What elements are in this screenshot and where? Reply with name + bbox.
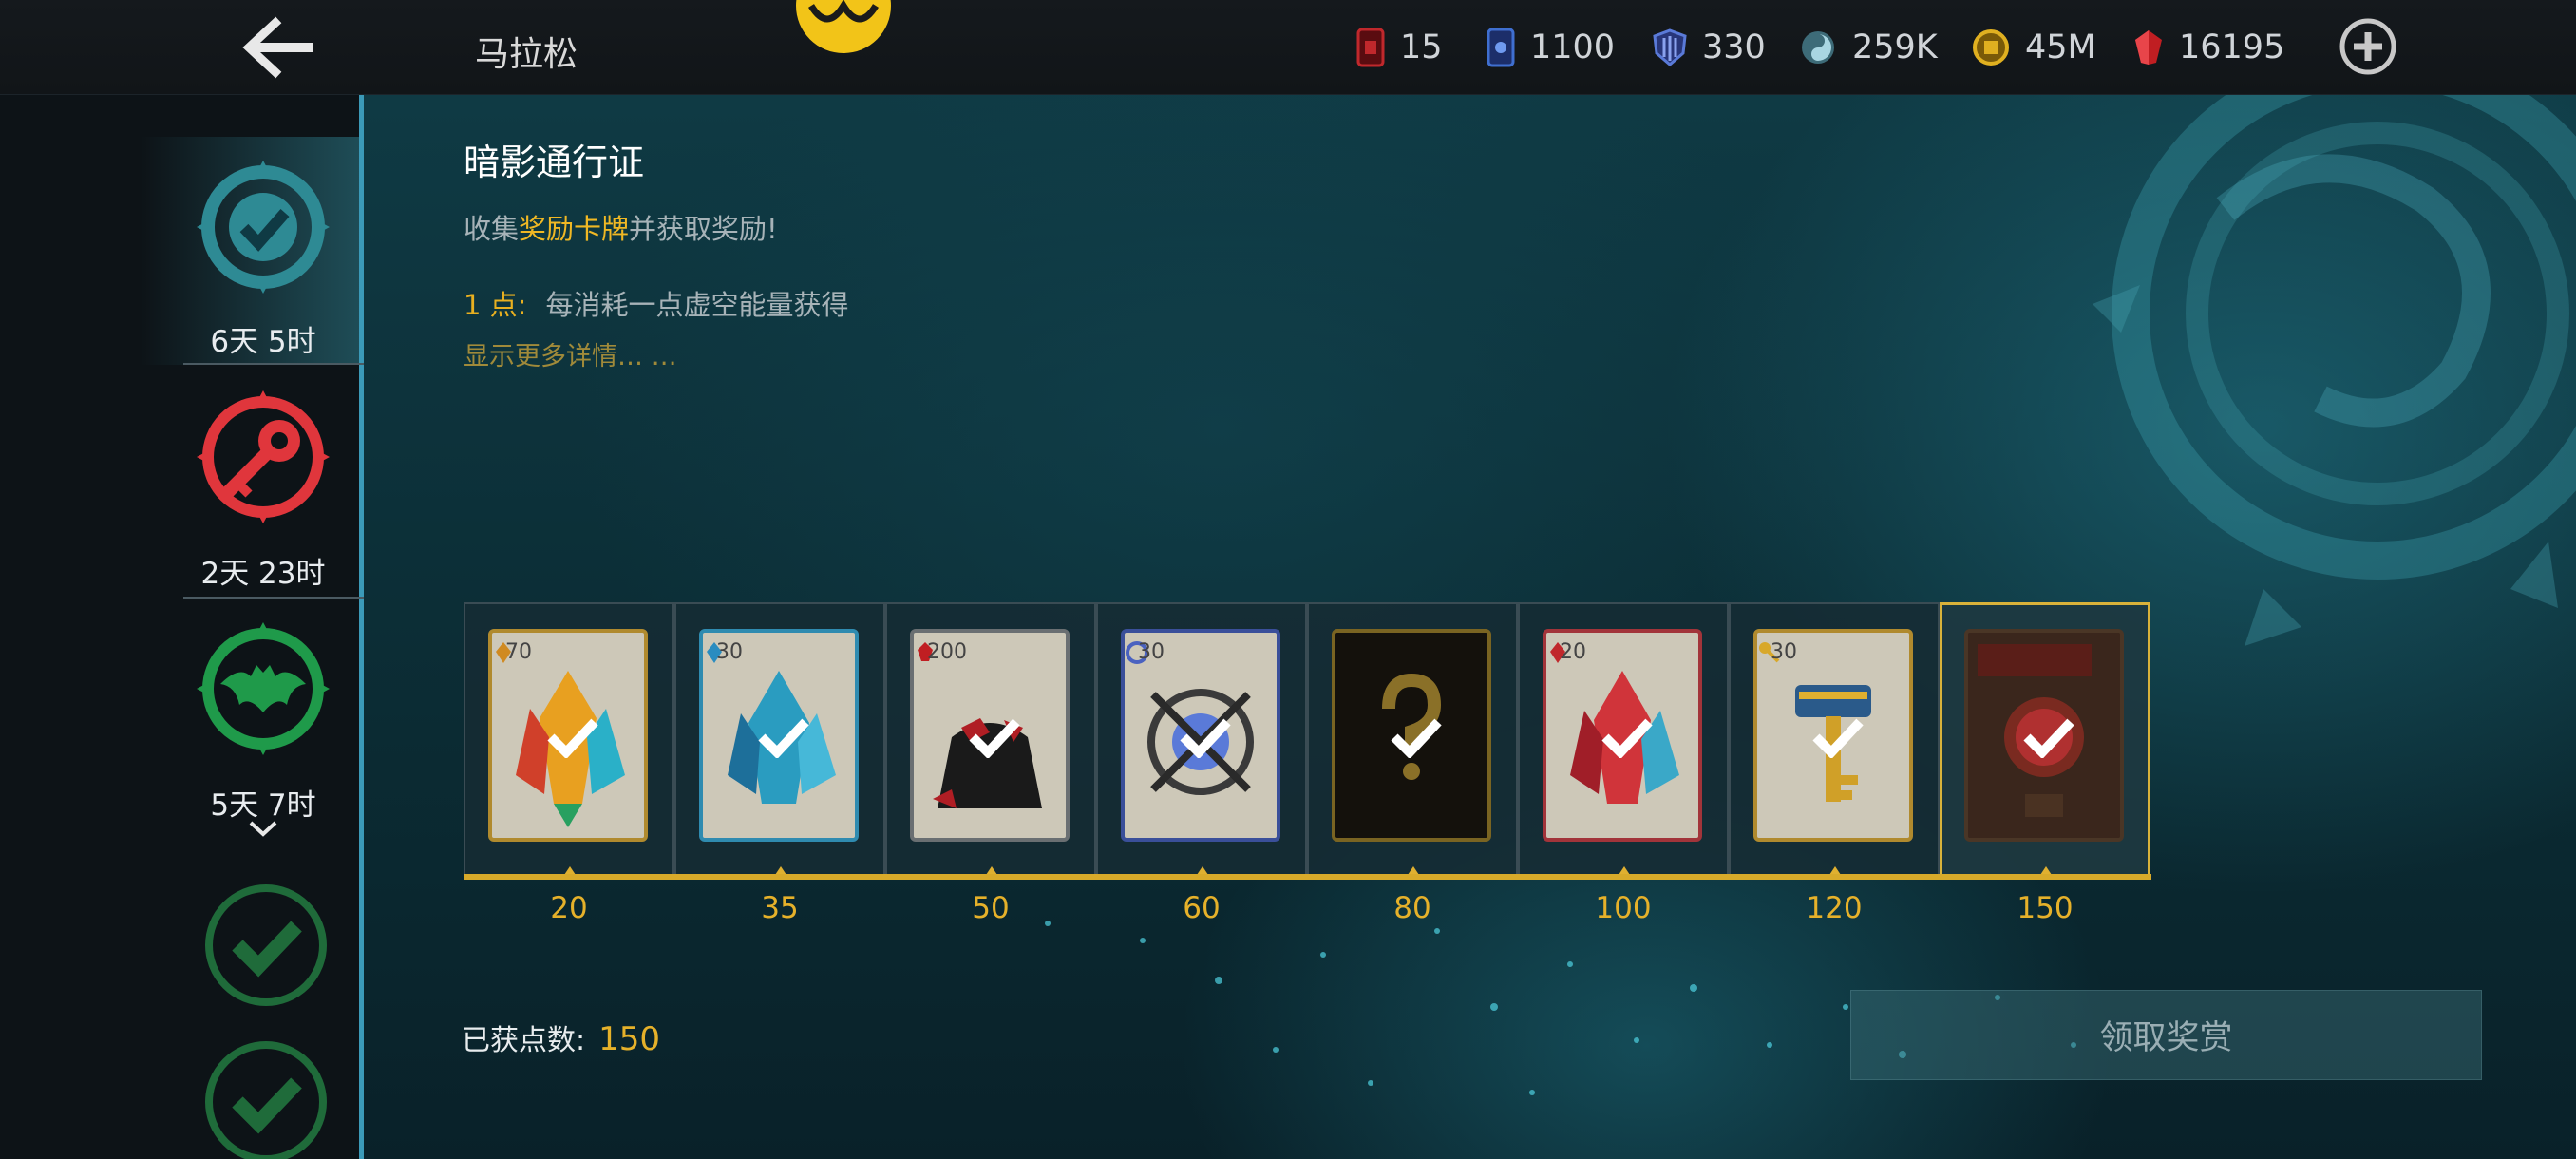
reward-card-120[interactable]: 30 120 [1729,602,1940,925]
milestone-value: 80 [1393,891,1431,925]
reward-cost: 20 [1560,640,1586,664]
sidebar-divider [183,363,388,365]
reward-card-150[interactable]: 150 [1940,602,2150,925]
sidebar-item-bat-event[interactable]: 5天 7时 [141,608,359,855]
top-bar: 马拉松 15 1100 330 259K 45M 16195 [0,0,2576,95]
claim-reward-button[interactable]: 领取奖赏 [1850,990,2482,1080]
claimed-check-icon [758,718,809,758]
currency-swirl-orb[interactable]: 259K [1799,21,1938,74]
milestone-value: 150 [2017,891,2074,925]
reward-cost: 70 [505,640,532,664]
reward-track: 70 20 30 35 200 50 30 60 80 20 100 30 12… [464,602,2151,925]
pass-subtitle: 收集奖励卡牌并获取奖励! [464,207,778,247]
red-ticket-icon [1356,28,1385,67]
green-check-badge-icon [205,884,327,1006]
claimed-check-icon [969,718,1020,758]
milestone-value: 20 [550,891,588,925]
subtitle-suffix: 并获取奖励! [629,213,778,245]
sidebar-item-completed-2[interactable] [141,1026,359,1159]
reward-cost: 30 [1138,640,1165,664]
sidebar-item-shadow-pass[interactable]: 6天 5时 [141,137,388,365]
currency-value: 15 [1400,28,1443,66]
earned-points-value: 150 [598,1020,661,1058]
reward-cost: 30 [716,640,743,664]
gold-coin-icon [1973,29,2009,66]
claimed-check-icon [1180,718,1231,758]
sidebar-divider [183,597,388,598]
sidebar-item-timer: 5天 7时 [210,788,316,823]
reward-card-100[interactable]: 20 100 [1518,602,1729,925]
reward-card-60[interactable]: 30 60 [1096,602,1307,925]
teal-check-badge-icon [197,161,330,294]
sidebar-item-completed-1[interactable] [141,869,359,1021]
pass-title: 暗影通行证 [464,142,645,183]
currency-shield[interactable]: 330 [1653,21,1766,74]
plus-circle-icon [2339,18,2396,75]
reward-card-50[interactable]: 200 50 [885,602,1096,925]
progress-track-bar [464,874,2151,880]
gold-emblem-icon [796,0,891,53]
chevron-down-icon[interactable] [247,819,279,838]
sidebar-item-timer: 6天 5时 [210,325,316,359]
currency-red-ticket[interactable]: 15 [1356,21,1443,74]
shadow-pass-panel: 暗影通行证 收集奖励卡牌并获取奖励! 1 点: 每消耗一点虚空能量获得 显示更多详… [364,95,2576,1159]
show-more-details-link[interactable]: 显示更多详情… … [464,335,677,372]
claimed-check-icon [1812,718,1864,758]
event-sidebar: 6天 5时 2天 23时 5天 7时 [0,95,388,1159]
claimed-check-icon [1601,718,1653,758]
mode-title: 马拉松 [475,35,578,74]
reward-card-35[interactable]: 30 35 [674,602,885,925]
ruby-gem-icon [2135,30,2162,65]
claimed-check-icon [2023,718,2074,758]
red-key-badge-icon [197,390,330,523]
add-currency-button[interactable] [2339,17,2397,76]
claimed-check-icon [1391,718,1442,758]
reward-card-80[interactable]: 80 [1307,602,1518,925]
milestone-value: 50 [972,891,1010,925]
sidebar-item-timer: 2天 23时 [200,557,326,591]
milestone-value: 35 [761,891,799,925]
currency-value: 259K [1852,28,1938,66]
currency-value: 16195 [2179,28,2285,66]
sidebar-item-key-event[interactable]: 2天 23时 [141,376,388,604]
shield-emblem-icon [1653,28,1687,66]
green-check-badge-icon [205,1041,327,1159]
point-rule-label: 1 点: [464,289,527,321]
earned-points-label: 已获点数: [462,1024,586,1057]
back-arrow-button[interactable] [237,13,317,82]
currency-gold-coin[interactable]: 45M [1972,21,2096,74]
green-bat-badge-icon [197,622,330,755]
milestone-value: 60 [1183,891,1221,925]
back-arrow-icon [242,16,313,79]
swirl-orb-icon [1802,31,1834,64]
claimed-check-icon [547,718,598,758]
reward-card-20[interactable]: 70 20 [464,602,674,925]
subtitle-prefix: 收集 [464,213,520,245]
currency-value: 1100 [1530,28,1616,66]
milestone-value: 120 [1806,891,1863,925]
milestone-value: 100 [1595,891,1652,925]
currency-value: 330 [1702,28,1766,66]
reward-cost: 200 [927,640,967,664]
point-rule: 1 点: 每消耗一点虚空能量获得 [464,283,848,323]
point-rule-text: 每消耗一点虚空能量获得 [545,289,849,321]
blue-card-icon [1487,28,1515,67]
earned-points: 已获点数: 150 [462,1016,660,1058]
currency-blue-card[interactable]: 1100 [1487,21,1615,74]
subtitle-highlight: 奖励卡牌 [519,213,630,245]
reward-cost: 30 [1771,640,1797,664]
currency-ruby[interactable]: 16195 [2133,21,2284,74]
currency-value: 45M [2025,28,2096,66]
